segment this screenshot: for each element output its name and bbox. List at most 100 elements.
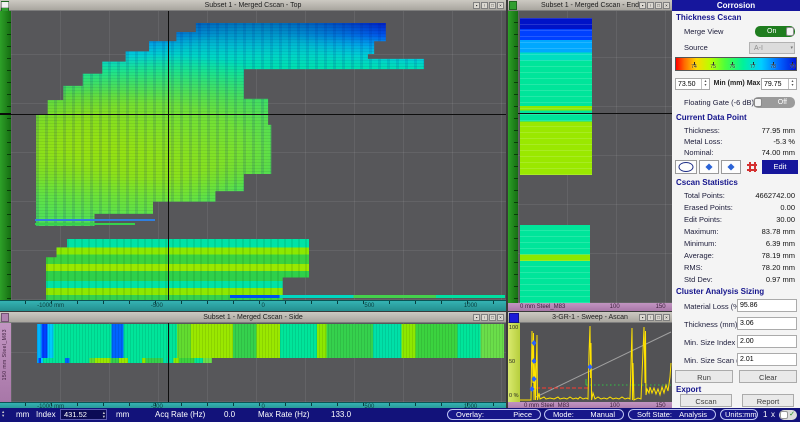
min-size-scan-input[interactable] (738, 354, 796, 365)
stat-value: 6.39 mm (766, 239, 795, 248)
min-size-scan-field[interactable] (737, 353, 797, 366)
red-grid-icon (747, 162, 757, 172)
horizontal-ruler[interactable]: 0 mm Steel_M83 100 150 (508, 303, 672, 311)
crosshair-horizontal[interactable] (518, 113, 672, 114)
material-loss-field[interactable] (737, 299, 797, 312)
vertical-ruler[interactable]: 150 mm Steel_M83 (0, 323, 11, 402)
merge-view-toggle[interactable]: On (755, 26, 795, 37)
material-loss-input[interactable] (738, 300, 796, 311)
cscan-thin-line (35, 223, 135, 225)
pin-icon[interactable]: ▪ (473, 314, 480, 321)
run-button[interactable]: Run (675, 370, 733, 383)
next-point-button[interactable] (721, 160, 741, 174)
view-title-bar[interactable]: Subset 1 - Merged Cscan - End ▪ ↑ □ × (508, 0, 672, 11)
section-header-current-data-point: Current Data Point (676, 113, 747, 122)
spin-down-icon[interactable]: ▾ (103, 414, 105, 419)
status-toggle[interactable]: ✓ (779, 410, 797, 420)
close-icon[interactable]: × (663, 2, 670, 9)
vertical-ruler[interactable] (0, 11, 11, 300)
stat-value: 4662742.00 (755, 191, 795, 200)
window-controls: ▪ ↑ □ × (473, 2, 504, 9)
export-cscan-button[interactable]: Cscan (680, 394, 732, 407)
cscan-top-data-lower (46, 239, 309, 300)
close-icon[interactable]: × (497, 2, 504, 9)
previous-point-button[interactable] (699, 160, 719, 174)
color-scale-bar[interactable]: 74 75 76 77 78 79 (675, 57, 797, 71)
section-header-export: Export (676, 385, 701, 394)
overlay-selector[interactable]: Overlay: Piece (447, 409, 541, 420)
axis-tick-label: 100 (509, 325, 518, 331)
source-selected-value: A-I (754, 43, 763, 54)
window-controls: ▪ ↑ □ × (639, 314, 670, 321)
zoom-suffix: x (771, 410, 775, 419)
floating-gate-toggle[interactable]: Off (753, 97, 795, 108)
view-corner-icon[interactable] (509, 1, 517, 10)
min-max-label: Min (mm) Max (713, 80, 761, 87)
edit-button[interactable]: Edit (762, 160, 798, 174)
view-corner-icon[interactable] (1, 313, 9, 322)
section-header-cluster-analysis: Cluster Analysis Sizing (676, 287, 764, 296)
cscan-end-canvas[interactable] (518, 11, 672, 303)
view-title-bar[interactable]: 3-GR-1 - Sweep - Ascan ▪ ↑ □ × (508, 312, 672, 323)
view-title-bar[interactable]: Subset 1 - Merged Cscan - Top ▪ ↑ □ × (0, 0, 506, 11)
ellipse-select-button[interactable] (675, 160, 697, 174)
thickness-field[interactable] (737, 317, 797, 330)
restore-up-icon[interactable]: ↑ (647, 2, 654, 9)
spin-down-icon[interactable]: ▾ (791, 82, 793, 87)
min-size-index-input[interactable] (738, 336, 796, 347)
spin-down-icon[interactable]: ▾ (704, 82, 706, 87)
view-cscan-end[interactable]: Subset 1 - Merged Cscan - End ▪ ↑ □ × 0 … (508, 0, 672, 311)
close-icon[interactable]: × (497, 314, 504, 321)
cscan-side-data (37, 324, 504, 358)
cscan-top-canvas[interactable] (11, 11, 506, 300)
index-stepper[interactable]: ▴ ▾ (2, 410, 4, 418)
vertical-ruler[interactable] (508, 11, 518, 303)
scale-min-spinbox[interactable]: ▴▾ (675, 78, 710, 90)
ascan-canvas[interactable] (520, 323, 672, 402)
restore-up-icon[interactable]: ↑ (481, 2, 488, 9)
pin-icon[interactable]: ▪ (639, 314, 646, 321)
pin-icon[interactable]: ▪ (639, 2, 646, 9)
scale-max-spinbox[interactable]: ▴▾ (761, 78, 797, 90)
export-report-button[interactable]: Report (742, 394, 794, 407)
view-corner-icon[interactable] (509, 313, 519, 323)
cscan-side-canvas[interactable] (11, 323, 506, 402)
clear-button[interactable]: Clear (739, 370, 797, 383)
maximize-icon[interactable]: □ (655, 2, 662, 9)
source-dropdown[interactable]: A-I ▾ (749, 42, 795, 54)
close-icon[interactable]: × (663, 314, 670, 321)
view-title: Subset 1 - Merged Cscan - End (541, 2, 639, 9)
restore-up-icon[interactable]: ↑ (481, 314, 488, 321)
scale-max-input[interactable] (763, 79, 788, 89)
crosshair-vertical[interactable] (168, 11, 169, 300)
thickness-input[interactable] (738, 318, 796, 329)
index-field-stepper[interactable]: ▴ ▾ (103, 411, 105, 419)
panel-title[interactable]: Corrosion (672, 0, 800, 11)
restore-up-icon[interactable]: ↑ (647, 314, 654, 321)
mode-selector[interactable]: Mode: Manual (544, 409, 624, 420)
index-field[interactable]: ▴ ▾ (60, 409, 107, 420)
amplitude-ruler[interactable]: 100 50 0 % (508, 323, 520, 402)
spin-down-icon[interactable]: ▾ (2, 413, 4, 418)
crosshair-horizontal[interactable] (11, 114, 506, 115)
maximize-icon[interactable]: □ (655, 314, 662, 321)
index-input[interactable] (62, 410, 98, 419)
axis-tick-label: 0 mm Steel_M83 (520, 304, 565, 310)
scale-min-input[interactable] (677, 79, 702, 89)
view-title-bar[interactable]: Subset 1 - Merged Cscan - Side ▪ ↑ □ × (0, 312, 506, 323)
min-size-index-field[interactable] (737, 335, 797, 348)
stat-value: 30.00 (776, 215, 795, 224)
stat-value: 0.00 (780, 203, 795, 212)
view-cscan-top[interactable]: Subset 1 - Merged Cscan - Top ▪ ↑ □ × -1… (0, 0, 506, 311)
pin-icon[interactable]: ▪ (473, 2, 480, 9)
ruler-ticks (0, 301, 506, 304)
view-ascan[interactable]: 3-GR-1 - Sweep - Ascan ▪ ↑ □ × 100 50 0 … (508, 312, 672, 410)
grid-tool-button[interactable] (743, 160, 760, 174)
maximize-icon[interactable]: □ (489, 2, 496, 9)
maximize-icon[interactable]: □ (489, 314, 496, 321)
crosshair-vertical[interactable] (168, 323, 169, 402)
soft-state-selector[interactable]: Soft State: Analysis (628, 409, 716, 420)
horizontal-ruler[interactable]: -1000 mm -500 0 500 1000 (0, 300, 506, 311)
view-cscan-side[interactable]: Subset 1 - Merged Cscan - Side ▪ ↑ □ × 1… (0, 312, 506, 410)
units-selector[interactable]: Units: mm (720, 409, 758, 420)
